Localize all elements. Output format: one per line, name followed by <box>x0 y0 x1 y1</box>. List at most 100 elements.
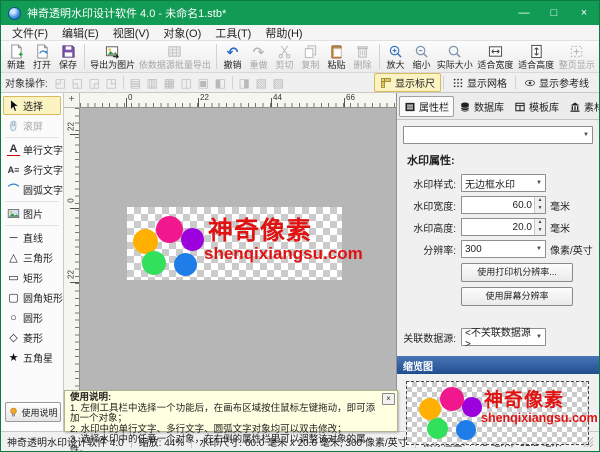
rounded-rectangle-icon: ▢ <box>7 292 20 304</box>
usage-instructions-box: 使用说明: 1. 左侧工具栏中选择一个功能后，在画布区域按住鼠标左键拖动，即可添… <box>64 390 398 432</box>
move-to-bottom-icon[interactable]: ◱ <box>69 76 86 90</box>
toolbar-separator <box>123 76 124 89</box>
equal-size-icon[interactable]: ▨ <box>270 76 287 90</box>
template-icon <box>514 101 526 113</box>
tool-diamond[interactable]: ◇ 菱形 <box>3 328 61 347</box>
tab-templates[interactable]: 模板库 <box>509 96 564 117</box>
batch-export-button[interactable]: 依数据源批量导出 <box>137 42 212 72</box>
equal-width-icon[interactable]: ◨ <box>236 76 253 90</box>
tool-multi-line-text[interactable]: A≡ 多行文字 <box>3 160 61 179</box>
thumbnail-title-text: 神奇像素 <box>484 385 564 412</box>
instructions-close-icon[interactable]: × <box>382 393 395 405</box>
menu-object[interactable]: 对象(O) <box>156 25 208 40</box>
tab-materials[interactable]: 素材库 <box>564 96 600 117</box>
horizontal-ruler-ticks <box>80 103 396 107</box>
object-selector-dropdown[interactable]: ▼ <box>403 126 593 144</box>
design-canvas[interactable]: 神奇像素 shenqixiangsu.com <box>80 108 396 431</box>
move-up-one-layer-icon[interactable]: ◲ <box>86 76 103 90</box>
datasource-dropdown[interactable]: <不关联数据源> ▼ <box>461 328 546 346</box>
tab-properties[interactable]: 属性栏 <box>399 96 454 117</box>
thumbnail-wrapper: 神奇像素 shenqixiangsu.com <box>397 374 599 452</box>
copy-button[interactable]: 复制 <box>298 42 324 72</box>
zoom-out-icon <box>414 44 429 60</box>
tool-line[interactable]: ─ 直线 <box>3 228 61 247</box>
align-top-icon[interactable]: ◫ <box>178 76 195 90</box>
close-button[interactable]: × <box>569 1 599 25</box>
watermark-title-text[interactable]: 神奇像素 <box>208 211 312 247</box>
menu-file[interactable]: 文件(F) <box>5 25 55 40</box>
fit-width-button[interactable]: 适合宽度 <box>475 42 516 72</box>
move-down-one-layer-icon[interactable]: ◳ <box>103 76 120 90</box>
watermark-width-row: 水印宽度: 60.0 ▲▼ 毫米 <box>403 196 593 214</box>
maximize-button[interactable]: □ <box>539 1 569 25</box>
chevron-down-icon: ▼ <box>536 246 542 252</box>
spin-down-icon[interactable]: ▼ <box>535 205 545 213</box>
zoom-in-button[interactable]: 放大 <box>382 42 408 72</box>
show-grid-toggle[interactable]: 显示网格 <box>446 73 513 92</box>
thumbnail-subtitle-text: shenqixiangsu.com <box>481 411 598 425</box>
tool-rectangle[interactable]: ▭ 矩形 <box>3 268 61 287</box>
tool-pan[interactable]: 滚屏 <box>3 116 61 135</box>
tool-triangle[interactable]: △ 三角形 <box>3 248 61 267</box>
properties-body: ▼ 水印属性: 水印样式: 无边框水印 ▼ 水印宽度: 60.0 ▲▼ <box>397 120 599 452</box>
save-button[interactable]: 保存 <box>55 42 81 72</box>
menu-help[interactable]: 帮助(H) <box>258 25 309 40</box>
logo-circle-orange <box>419 398 441 420</box>
zoom-out-button[interactable]: 缩小 <box>408 42 434 72</box>
show-ruler-toggle[interactable]: 显示标尺 <box>374 73 441 92</box>
tool-rounded-rectangle[interactable]: ▢ 圆角矩形 <box>3 288 61 307</box>
arc-text-icon: ⌒ <box>7 184 20 196</box>
resolution-dropdown[interactable]: 300 ▼ <box>461 240 546 258</box>
menu-tools[interactable]: 工具(T) <box>208 25 258 40</box>
watermark-style-dropdown[interactable]: 无边框水印 ▼ <box>461 174 546 192</box>
use-printer-resolution-button[interactable]: 使用打印机分辨率... <box>461 263 573 282</box>
move-to-top-icon[interactable]: ◰ <box>52 76 69 90</box>
menu-view[interactable]: 视图(V) <box>106 25 157 40</box>
spin-up-icon[interactable]: ▲ <box>535 197 545 205</box>
cut-button[interactable]: 剪切 <box>272 42 298 72</box>
undo-button[interactable]: ↶ 撤销 <box>220 42 246 72</box>
ruler-icon <box>380 77 392 89</box>
tool-circle[interactable]: ○ 圆形 <box>3 308 61 327</box>
fit-height-button[interactable]: 适合高度 <box>516 42 557 72</box>
tool-arc-text[interactable]: ⌒ 圆弧文字 <box>3 180 61 199</box>
spin-up-icon[interactable]: ▲ <box>535 219 545 227</box>
resolution-row: 分辨率: 300 ▼ 像素/英寸 <box>403 240 593 258</box>
align-center-horizontal-icon[interactable]: ▥ <box>144 76 161 90</box>
redo-button[interactable]: ↷ 重做 <box>246 42 272 72</box>
equal-height-icon[interactable]: ▧ <box>253 76 270 90</box>
align-middle-icon[interactable]: ▣ <box>195 76 212 90</box>
ruler-origin-icon[interactable]: + <box>64 93 80 108</box>
tool-single-line-text[interactable]: A 单行文字 <box>3 140 61 159</box>
minimize-button[interactable]: — <box>509 1 539 25</box>
menu-edit[interactable]: 编辑(E) <box>55 25 106 40</box>
watermark-design-surface[interactable]: 神奇像素 shenqixiangsu.com <box>127 207 342 280</box>
tab-database[interactable]: 数据库 <box>454 96 509 117</box>
watermark-subtitle-text[interactable]: shenqixiangsu.com <box>204 244 363 264</box>
paste-button[interactable]: 粘贴 <box>324 42 350 72</box>
tool-select[interactable]: 选择 <box>3 96 61 115</box>
properties-panel: 属性栏 数据库 模板库 素材库 ▼ <box>396 93 599 431</box>
align-right-icon[interactable]: ▦ <box>161 76 178 90</box>
watermark-width-stepper[interactable]: 60.0 ▲▼ <box>461 196 546 214</box>
tool-image[interactable]: 图片 <box>3 204 61 223</box>
watermark-height-stepper[interactable]: 20.0 ▲▼ <box>461 218 546 236</box>
toolbar-separator <box>232 76 233 89</box>
light-bulb-icon <box>8 406 19 418</box>
watermark-height-row: 水印高度: 20.0 ▲▼ 毫米 <box>403 218 593 236</box>
logo-circle-blue <box>456 420 476 440</box>
align-bottom-icon[interactable]: ◧ <box>212 76 229 90</box>
spin-down-icon[interactable]: ▼ <box>535 227 545 235</box>
tool-star[interactable]: ★ 五角星 <box>3 348 61 367</box>
actual-size-button[interactable]: 实际大小 <box>434 42 475 72</box>
delete-button[interactable]: 删除 <box>350 42 376 72</box>
show-guides-toggle[interactable]: 显示参考线 <box>518 73 595 92</box>
export-image-button[interactable]: 导出为图片 <box>88 42 137 72</box>
open-button[interactable]: 打开 <box>29 42 55 72</box>
whole-page-button[interactable]: 整页显示 <box>556 42 597 72</box>
align-left-icon[interactable]: ▤ <box>127 76 144 90</box>
use-screen-resolution-button[interactable]: 使用屏幕分辨率 <box>461 287 573 306</box>
new-button[interactable]: 新建 <box>3 42 29 72</box>
usage-help-button[interactable]: 使用说明 <box>5 402 61 422</box>
copy-icon <box>303 44 318 60</box>
